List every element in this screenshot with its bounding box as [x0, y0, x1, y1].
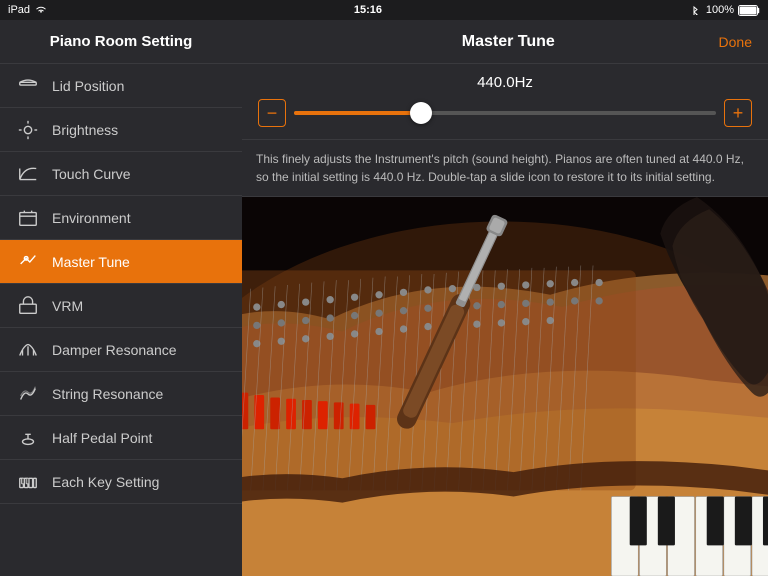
battery-icon	[738, 5, 760, 16]
status-left: iPad	[8, 4, 48, 16]
vrm-label: VRM	[52, 298, 83, 314]
environment-label: Environment	[52, 210, 131, 226]
vrm-icon	[16, 294, 40, 318]
brightness-label: Brightness	[52, 122, 118, 138]
half-pedal-icon	[16, 426, 40, 450]
slider-thumb[interactable]	[410, 102, 432, 124]
slider-fill	[294, 111, 421, 115]
string-resonance-icon	[16, 382, 40, 406]
sidebar-item-environment[interactable]: Environment	[0, 196, 242, 240]
description-text: This finely adjusts the Instrument's pit…	[242, 140, 768, 197]
sidebar-item-damper-resonance[interactable]: Damper Resonance	[0, 328, 242, 372]
app-container: Piano Room Setting Lid Position Brightne…	[0, 20, 768, 576]
increment-button[interactable]: +	[724, 99, 752, 127]
lid-position-label: Lid Position	[52, 78, 124, 94]
touch-curve-label: Touch Curve	[52, 166, 131, 182]
master-tune-icon	[16, 250, 40, 274]
damper-resonance-icon	[16, 338, 40, 362]
sidebar-item-each-key-setting[interactable]: Each Key Setting	[0, 460, 242, 504]
status-time: 15:16	[354, 4, 382, 16]
main-header: Master Tune Done	[242, 20, 768, 64]
environment-icon	[16, 206, 40, 230]
brightness-icon	[16, 118, 40, 142]
decrement-button[interactable]: −	[258, 99, 286, 127]
damper-resonance-label: Damper Resonance	[52, 342, 177, 358]
master-tune-label: Master Tune	[52, 254, 130, 270]
sidebar-item-touch-curve[interactable]: Touch Curve	[0, 152, 242, 196]
tuner-value: 440.0Hz	[258, 74, 752, 91]
done-button[interactable]: Done	[719, 34, 752, 50]
main-content: Master Tune Done 440.0Hz − + This finely…	[242, 20, 768, 576]
string-resonance-label: String Resonance	[52, 386, 163, 402]
sidebar-item-master-tune[interactable]: Master Tune	[0, 240, 242, 284]
tuner-section: 440.0Hz − +	[242, 64, 768, 140]
sidebar-item-brightness[interactable]: Brightness	[0, 108, 242, 152]
piano-svg	[242, 197, 768, 576]
sidebar-item-half-pedal-point[interactable]: Half Pedal Point	[0, 416, 242, 460]
sidebar-item-vrm[interactable]: VRM	[0, 284, 242, 328]
slider-row: − +	[258, 99, 752, 127]
piano-keyboard	[611, 497, 768, 576]
sidebar-item-lid-position[interactable]: Lid Position	[0, 64, 242, 108]
lid-icon	[16, 74, 40, 98]
sidebar-item-string-resonance[interactable]: String Resonance	[0, 372, 242, 416]
piano-image	[242, 197, 768, 576]
battery-label: 100%	[706, 4, 734, 16]
sidebar-title: Piano Room Setting	[0, 20, 242, 64]
slider-track[interactable]	[294, 111, 716, 115]
each-key-icon	[16, 470, 40, 494]
main-title: Master Tune	[298, 33, 719, 51]
bluetooth-icon	[688, 5, 702, 15]
each-key-setting-label: Each Key Setting	[52, 474, 159, 490]
status-bar: iPad 15:16 100%	[0, 0, 768, 20]
ipad-label: iPad	[8, 4, 30, 16]
wifi-icon	[34, 5, 48, 15]
half-pedal-point-label: Half Pedal Point	[52, 430, 152, 446]
sidebar: Piano Room Setting Lid Position Brightne…	[0, 20, 242, 576]
status-right: 100%	[688, 4, 760, 16]
touch-curve-icon	[16, 162, 40, 186]
